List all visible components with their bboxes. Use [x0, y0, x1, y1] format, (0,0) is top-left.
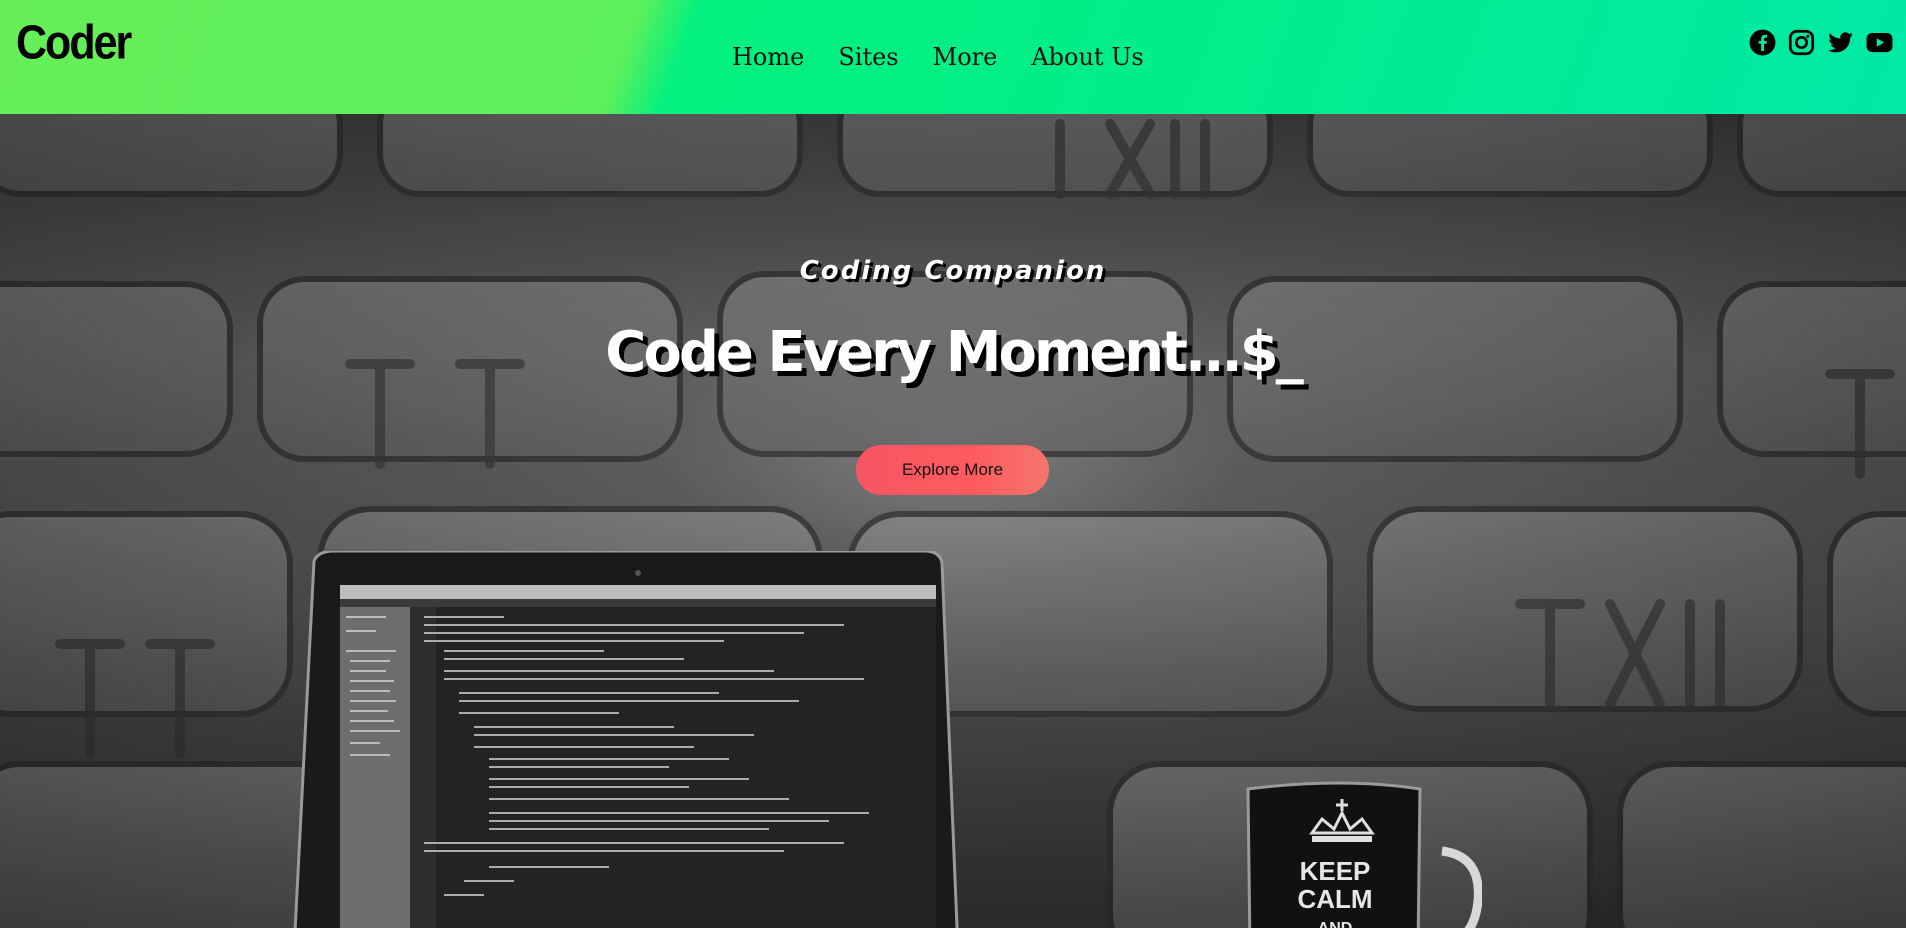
keep-calm-mug-image: KEEP CALM AND [1246, 781, 1482, 928]
explore-more-button[interactable]: Explore More [856, 445, 1049, 495]
nav-about-us[interactable]: About Us [1031, 40, 1143, 74]
facebook-icon[interactable] [1749, 29, 1776, 56]
twitter-icon[interactable] [1827, 29, 1854, 56]
social-links [1749, 29, 1893, 56]
site-logo[interactable]: Coder [16, 16, 132, 71]
main-nav: Home Sites More About Us [732, 40, 1178, 74]
hero-section: Coding Companion Code Every Moment...$_ … [0, 114, 1906, 928]
nav-home[interactable]: Home [732, 40, 804, 74]
site-header: Coder Home Sites More About Us [0, 0, 1906, 114]
nav-sites[interactable]: Sites [838, 40, 898, 74]
youtube-icon[interactable] [1866, 29, 1893, 56]
instagram-icon[interactable] [1788, 29, 1815, 56]
laptop-image [293, 551, 959, 928]
mug-text-keep: KEEP [1300, 856, 1371, 886]
hero-title: Code Every Moment...$_ [605, 320, 1303, 385]
mug-text-and: AND [1318, 920, 1353, 928]
nav-more[interactable]: More [933, 40, 998, 74]
hero-subtitle: Coding Companion [799, 256, 1107, 286]
mug-text-calm: CALM [1297, 884, 1372, 914]
